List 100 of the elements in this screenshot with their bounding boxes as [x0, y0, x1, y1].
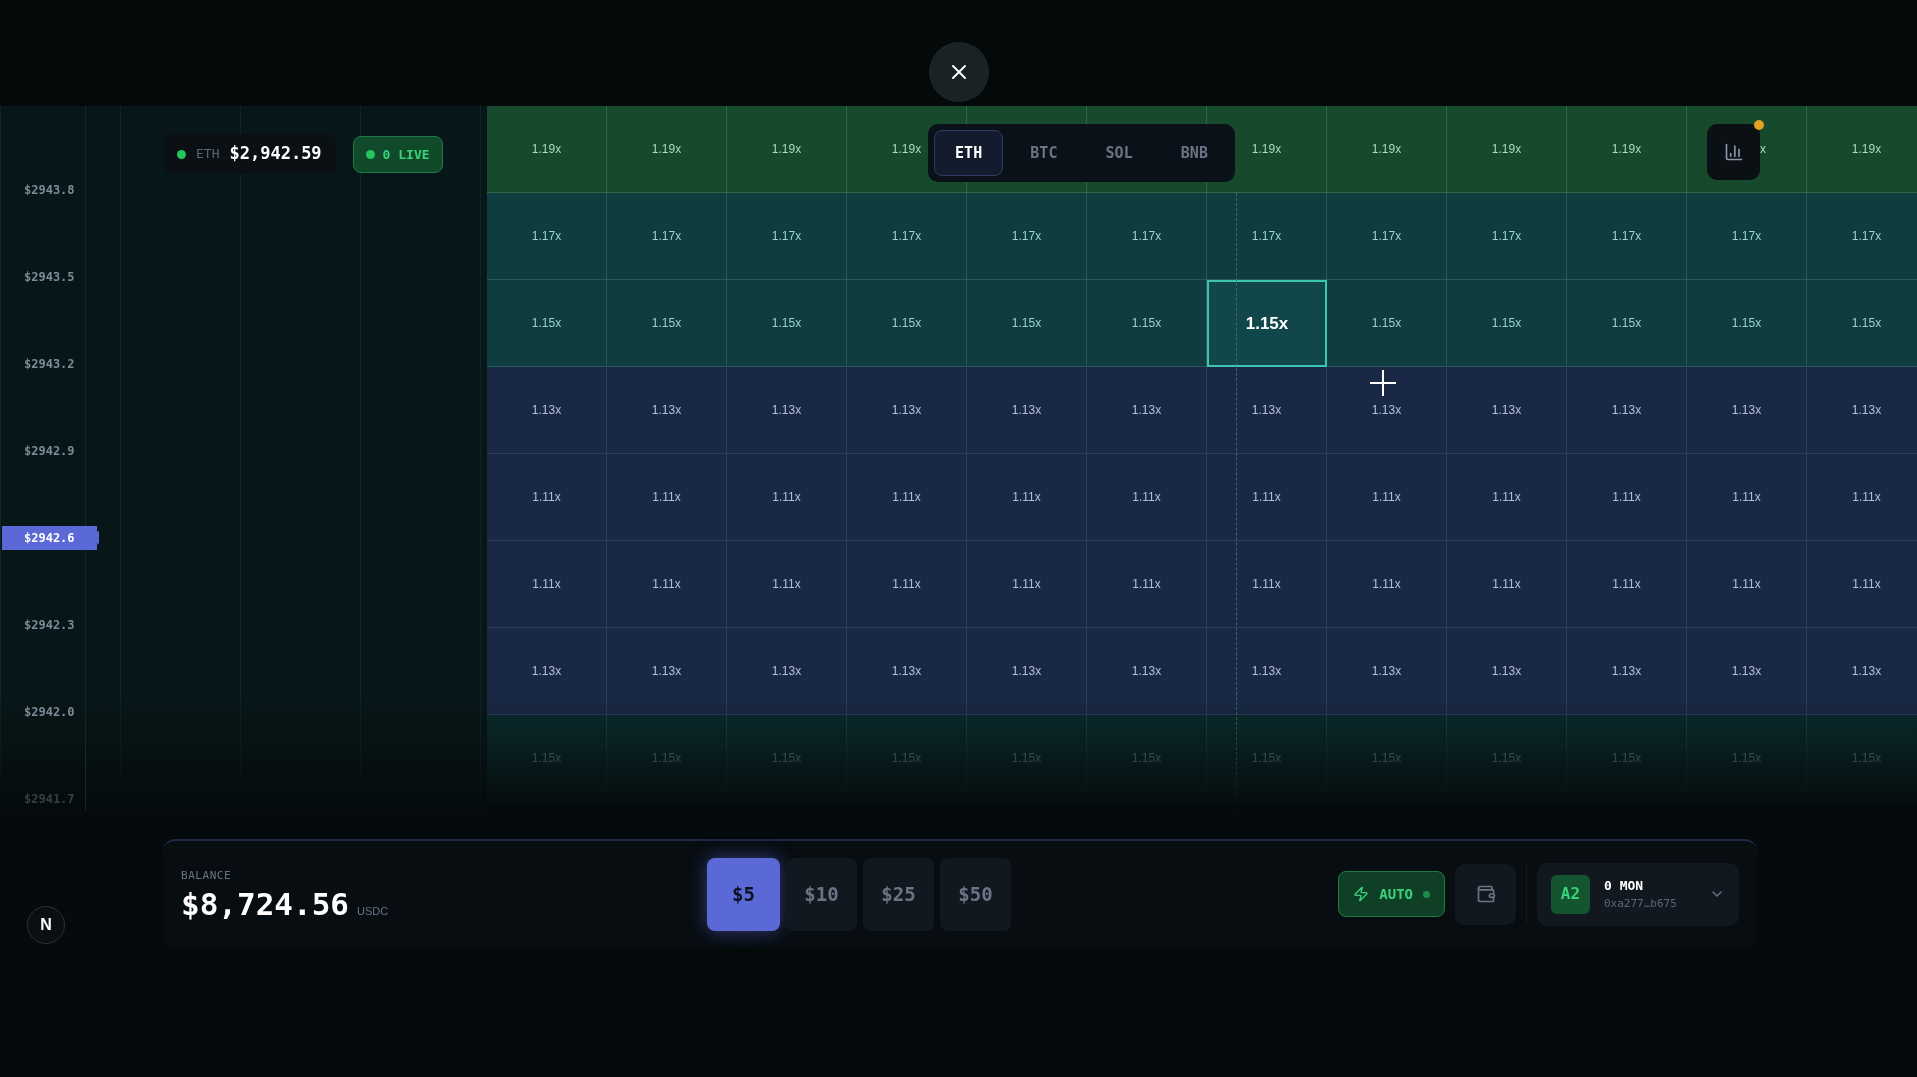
multiplier-cell[interactable]: 1.13x	[1567, 367, 1687, 454]
multiplier-cell[interactable]: 1.17x	[967, 193, 1087, 280]
multiplier-cell[interactable]: 1.13x	[607, 628, 727, 715]
multiplier-cell[interactable]: 1.17x	[1087, 193, 1207, 280]
multiplier-cell[interactable]: 1.17x	[1327, 193, 1447, 280]
multiplier-cell[interactable]: 1.19x	[1327, 106, 1447, 193]
multiplier-cell[interactable]: 1.11x	[727, 454, 847, 541]
multiplier-cell[interactable]: 1.15x	[1327, 280, 1447, 367]
multiplier-cell[interactable]: 1.11x	[1447, 541, 1567, 628]
multiplier-cell[interactable]: 1.15x	[847, 280, 967, 367]
multiplier-cell[interactable]: 1.11x	[607, 541, 727, 628]
crosshair-icon	[1370, 370, 1396, 396]
multiplier-cell[interactable]: 1.13x	[1567, 628, 1687, 715]
asset-tab[interactable]: SOL	[1084, 130, 1154, 176]
multiplier-cell[interactable]: 1.19x	[1447, 106, 1567, 193]
ticker-price: $2,942.59	[229, 142, 322, 166]
multiplier-cell[interactable]: 1.11x	[1207, 454, 1327, 541]
multiplier-cell[interactable]: 1.13x	[607, 367, 727, 454]
bolt-icon	[1353, 886, 1370, 902]
multiplier-cell[interactable]: 1.13x	[1087, 628, 1207, 715]
multiplier-cell[interactable]: 1.17x	[1567, 193, 1687, 280]
multiplier-cell[interactable]: 1.17x	[487, 193, 607, 280]
multiplier-cell[interactable]: 1.11x	[1087, 454, 1207, 541]
multiplier-cell[interactable]: 1.13x	[1447, 367, 1567, 454]
balance-label: BALANCE	[181, 868, 233, 885]
multiplier-cell[interactable]: 1.13x	[1327, 367, 1447, 454]
multiplier-cell[interactable]: 1.11x	[1207, 541, 1327, 628]
multiplier-cell[interactable]: 1.19x	[1807, 106, 1917, 193]
multiplier-cell[interactable]: 1.19x	[487, 106, 607, 193]
multiplier-cell[interactable]: 1.17x	[607, 193, 727, 280]
price-label: $2942.3	[23, 616, 76, 634]
multiplier-cell[interactable]: 1.11x	[1807, 454, 1917, 541]
multiplier-cell[interactable]: 1.13x	[1807, 367, 1917, 454]
multiplier-cell[interactable]: 1.13x	[967, 628, 1087, 715]
multiplier-cell[interactable]: 1.11x	[1567, 541, 1687, 628]
multiplier-cell[interactable]: 1.15x	[967, 280, 1087, 367]
multiplier-cell[interactable]: 1.11x	[487, 454, 607, 541]
bar-chart-icon	[1723, 142, 1744, 162]
multiplier-cell[interactable]: 1.15x	[1207, 280, 1327, 367]
multiplier-cell[interactable]: 1.17x	[1447, 193, 1567, 280]
multiplier-cell[interactable]: 1.11x	[727, 541, 847, 628]
multiplier-cell[interactable]: 1.15x	[1567, 280, 1687, 367]
multiplier-cell[interactable]: 1.17x	[847, 193, 967, 280]
multiplier-cell[interactable]: 1.13x	[1687, 367, 1807, 454]
multiplier-cell[interactable]: 1.13x	[487, 367, 607, 454]
multiplier-cell[interactable]: 1.13x	[1327, 628, 1447, 715]
multiplier-cell[interactable]: 1.19x	[607, 106, 727, 193]
multiplier-cell[interactable]: 1.11x	[1327, 454, 1447, 541]
multiplier-cell[interactable]: 1.11x	[847, 454, 967, 541]
multiplier-cell[interactable]: 1.19x	[727, 106, 847, 193]
multiplier-cell[interactable]: 1.15x	[487, 280, 607, 367]
multiplier-cell[interactable]: 1.11x	[847, 541, 967, 628]
multiplier-cell[interactable]: 1.17x	[1807, 193, 1917, 280]
multiplier-cell[interactable]: 1.11x	[607, 454, 727, 541]
auto-button[interactable]: AUTO	[1338, 871, 1445, 917]
multiplier-cell[interactable]: 1.17x	[1207, 193, 1327, 280]
multiplier-cell[interactable]: 1.11x	[487, 541, 607, 628]
multiplier-cell[interactable]: 1.11x	[1567, 454, 1687, 541]
multiplier-cell[interactable]: 1.13x	[967, 367, 1087, 454]
multiplier-cell[interactable]: 1.13x	[847, 628, 967, 715]
wallet-button[interactable]	[1455, 863, 1516, 925]
asset-tab[interactable]: ETH	[934, 130, 1004, 176]
price-label: $2943.5	[23, 268, 76, 286]
multiplier-cell[interactable]: 1.13x	[727, 367, 847, 454]
multiplier-cell[interactable]: 1.13x	[487, 628, 607, 715]
multiplier-cell[interactable]: 1.11x	[1807, 541, 1917, 628]
multiplier-cell[interactable]: 1.15x	[1807, 280, 1917, 367]
multiplier-cell[interactable]: 1.11x	[1087, 541, 1207, 628]
multiplier-cell[interactable]: 1.11x	[967, 454, 1087, 541]
multiplier-cell[interactable]: 1.11x	[1327, 541, 1447, 628]
amount-chip[interactable]: $50	[940, 857, 1011, 931]
multiplier-cell[interactable]: 1.15x	[1687, 280, 1807, 367]
wallet-icon	[1475, 884, 1496, 904]
multiplier-cell[interactable]: 1.11x	[1687, 454, 1807, 541]
multiplier-cell[interactable]: 1.19x	[1567, 106, 1687, 193]
logo-badge[interactable]: N	[27, 906, 65, 944]
multiplier-cell[interactable]: 1.17x	[1687, 193, 1807, 280]
price-label: $2942.9	[23, 442, 76, 460]
multiplier-cell[interactable]: 1.13x	[1087, 367, 1207, 454]
multiplier-cell[interactable]: 1.15x	[1447, 280, 1567, 367]
multiplier-cell[interactable]: 1.13x	[847, 367, 967, 454]
multiplier-cell[interactable]: 1.11x	[1687, 541, 1807, 628]
price-label: $2943.2	[23, 355, 76, 373]
multiplier-cell[interactable]: 1.15x	[727, 280, 847, 367]
multiplier-cell[interactable]: 1.13x	[727, 628, 847, 715]
amount-chip[interactable]: $10	[786, 857, 857, 931]
multiplier-cell[interactable]: 1.15x	[1087, 280, 1207, 367]
multiplier-cell[interactable]: 1.17x	[727, 193, 847, 280]
live-badge: 0 LIVE	[352, 136, 443, 173]
amount-chip[interactable]: $25	[863, 857, 934, 931]
multiplier-cell[interactable]: 1.13x	[1687, 628, 1807, 715]
multiplier-cell[interactable]: 1.11x	[967, 541, 1087, 628]
multiplier-cell[interactable]: 1.15x	[607, 280, 727, 367]
multiplier-cell[interactable]: 1.13x	[1207, 628, 1327, 715]
multiplier-cell[interactable]: 1.13x	[1207, 367, 1327, 454]
multiplier-cell[interactable]: 1.11x	[1447, 454, 1567, 541]
multiplier-cell[interactable]: 1.13x	[1447, 628, 1567, 715]
amount-chip[interactable]: $5	[707, 857, 780, 931]
multiplier-cell[interactable]: 1.13x	[1807, 628, 1917, 715]
account-selector[interactable]: A2 0 MON 0xa277…b675	[1537, 862, 1739, 926]
